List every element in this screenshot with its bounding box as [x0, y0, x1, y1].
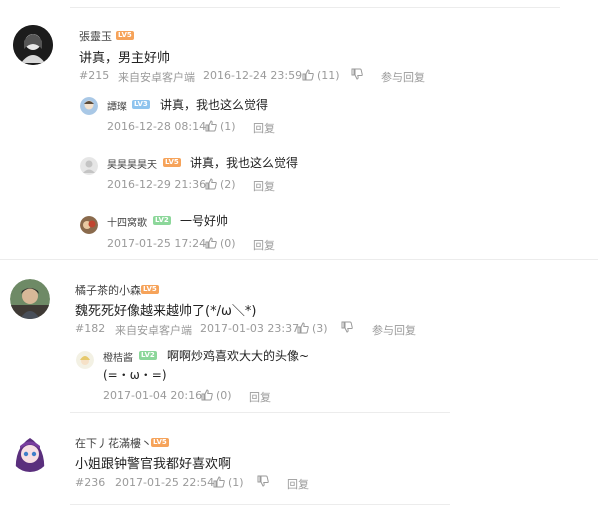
reply-date: 2017-01-25 17:24 [107, 237, 207, 250]
thumbs-up-icon[interactable] [297, 322, 309, 334]
comment-text: 小姐跟钟警官我都好喜欢啊 [75, 457, 232, 472]
reply-text: 讲真，我也这么觉得 [190, 156, 299, 170]
comment-divider [0, 259, 598, 260]
like-count: (0) [216, 389, 232, 402]
like-count: (1) [220, 120, 236, 133]
reply-button[interactable]: 回复 [253, 120, 275, 136]
avatar[interactable] [10, 279, 50, 319]
reply-date: 2016-12-29 21:36 [107, 178, 207, 191]
level-badge: LV2 [153, 216, 171, 225]
thumbs-down-icon[interactable] [351, 68, 363, 80]
level-badge: LV3 [132, 100, 150, 109]
level-badge: LV2 [139, 351, 157, 360]
source-label: 来自安卓客户端 [115, 324, 192, 337]
comment-date: 2016-12-24 23:59 [203, 69, 303, 82]
level-badge: LV5 [163, 158, 181, 167]
avatar[interactable] [10, 432, 50, 472]
reply-button[interactable]: 参与回复 [381, 69, 425, 85]
thumbs-down-icon[interactable] [341, 321, 353, 333]
reply-text: 啊啊炒鸡喜欢大大的头像~ [167, 349, 310, 363]
username[interactable]: 昊昊昊昊天 [107, 156, 157, 171]
reply-text-line2: (=・ω・=) [103, 368, 167, 382]
level-badge: LV5 [151, 438, 169, 447]
thumbs-up-icon[interactable] [213, 476, 225, 488]
username[interactable]: 橙桔酱 [103, 349, 133, 364]
like-count: (1) [228, 476, 244, 489]
thumbs-up-icon[interactable] [201, 389, 213, 401]
comment-date: 2017-01-03 23:37 [200, 322, 300, 335]
username[interactable]: 橘子茶的小森 [75, 282, 141, 298]
reply-button[interactable]: 回复 [253, 237, 275, 253]
username[interactable]: 在下丿花滿樓丶 [75, 435, 152, 451]
avatar[interactable] [76, 351, 94, 369]
reply-text: 一号好帅 [180, 214, 229, 228]
like-count: (0) [220, 237, 236, 250]
avatar[interactable] [80, 216, 98, 234]
level-badge: LV5 [116, 31, 134, 40]
reply-text: 讲真，我也这么觉得 [160, 98, 269, 112]
source-label: 来自安卓客户端 [118, 71, 195, 84]
avatar[interactable] [80, 97, 98, 115]
thumbs-up-icon[interactable] [205, 120, 217, 132]
comment-text: 魏死死好像越来越帅了(*/ω＼*) [75, 304, 257, 319]
reply-date: 2017-01-04 20:16 [103, 389, 203, 402]
reply-button[interactable]: 参与回复 [372, 322, 416, 338]
reply-button[interactable]: 回复 [287, 476, 309, 492]
floor-number: #182 [75, 322, 106, 335]
like-count: (11) [317, 69, 340, 82]
reply-date: 2016-12-28 08:14 [107, 120, 207, 133]
floor-number: #215 [79, 69, 110, 82]
reply-button[interactable]: 回复 [253, 178, 275, 194]
avatar[interactable] [13, 25, 53, 65]
username[interactable]: 譚璨 [107, 98, 127, 113]
thumbs-up-icon[interactable] [302, 69, 314, 81]
avatar[interactable] [80, 157, 98, 175]
top-divider [70, 7, 560, 8]
like-count: (2) [220, 178, 236, 191]
thumbs-down-icon[interactable] [257, 475, 269, 487]
level-badge: LV5 [141, 285, 159, 294]
like-count: (3) [312, 322, 328, 335]
thumbs-up-icon[interactable] [205, 178, 217, 190]
reply-button[interactable]: 回复 [249, 389, 271, 405]
bottom-divider [70, 504, 450, 505]
username[interactable]: 十四窝歌 [107, 214, 147, 229]
username[interactable]: 張靈玉 [79, 28, 112, 44]
floor-number: #236 [75, 476, 106, 489]
comment-date: 2017-01-25 22:54 [115, 476, 215, 489]
comment-text: 讲真，男主好帅 [79, 51, 171, 66]
thumbs-up-icon[interactable] [205, 237, 217, 249]
comment-divider [70, 412, 450, 413]
